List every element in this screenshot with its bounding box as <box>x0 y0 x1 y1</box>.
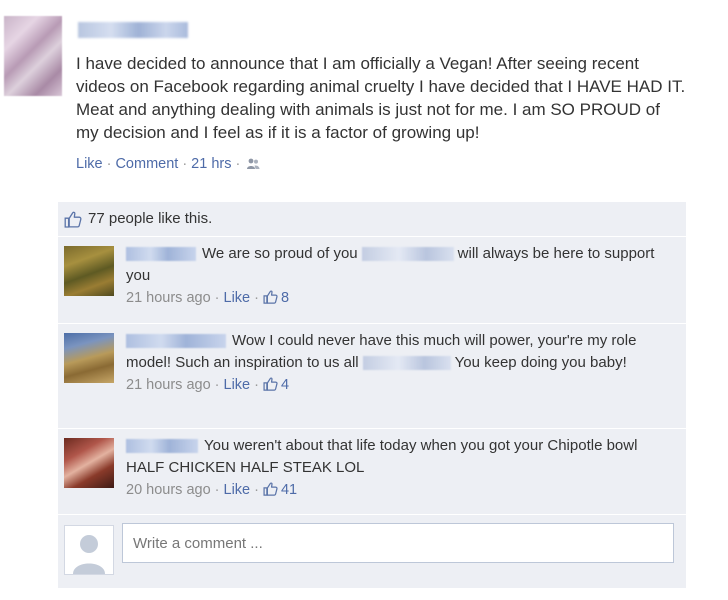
separator-dot: · <box>214 377 220 393</box>
comment-like-link[interactable]: Like <box>224 290 251 306</box>
comment-item: You weren't about that life today when y… <box>58 428 686 513</box>
post-timestamp[interactable]: 21 hrs <box>191 156 231 172</box>
comment-like-link[interactable]: Like <box>224 377 251 393</box>
commenter-name-redacted[interactable] <box>126 247 196 262</box>
comment-body: Wow I could never have this much will po… <box>126 330 674 396</box>
thumbs-up-icon <box>263 482 278 496</box>
comment-body: We are so proud of you will always be her… <box>126 243 674 309</box>
comment-timestamp[interactable]: 20 hours ago <box>126 482 211 498</box>
feedback-box: 77 people like this. We are so proud of … <box>58 202 686 588</box>
silhouette-icon <box>65 526 113 574</box>
comment-meta: 21 hours ago · Like · 8 <box>126 287 674 309</box>
commenter-name-redacted[interactable] <box>126 334 226 349</box>
commenter-avatar[interactable] <box>64 438 114 488</box>
comment-meta: 21 hours ago · Like · 4 <box>126 374 674 396</box>
tagged-name-redacted[interactable] <box>362 356 451 371</box>
post-actions: Like · Comment · 21 hrs · <box>76 156 260 172</box>
author-avatar-redacted[interactable] <box>4 16 62 96</box>
author-name-redacted[interactable] <box>78 22 188 38</box>
tagged-name-redacted[interactable] <box>361 247 454 262</box>
comment-timestamp[interactable]: 21 hours ago <box>126 290 211 306</box>
likes-summary: 77 people like this. <box>64 208 212 232</box>
commenter-avatar[interactable] <box>64 246 114 296</box>
separator-dot: · <box>214 482 220 498</box>
comment-item: Wow I could never have this much will po… <box>58 323 686 428</box>
post-text: I have decided to announce that I am off… <box>76 54 686 142</box>
thumbs-up-icon <box>263 290 278 304</box>
like-count-value: 8 <box>280 290 290 306</box>
like-count-value: 4 <box>280 377 290 393</box>
comment-body: You weren't about that life today when y… <box>126 435 674 501</box>
separator-dot: · <box>254 482 259 498</box>
like-link[interactable]: Like <box>76 156 103 172</box>
facebook-post: I have decided to announce that I am off… <box>0 0 728 600</box>
thumbs-up-icon <box>263 377 278 391</box>
comment-text-continued: You keep doing you baby! <box>454 354 627 371</box>
comment-like-count[interactable]: 4 <box>263 377 289 393</box>
separator-dot: · <box>235 156 241 172</box>
separator-dot: · <box>106 156 112 172</box>
comment-meta: 20 hours ago · Like · 41 <box>126 479 674 501</box>
comment-item: We are so proud of you will always be her… <box>58 236 686 323</box>
comment-input[interactable] <box>122 523 674 563</box>
likes-count-link[interactable]: 77 people like this. <box>88 210 212 227</box>
default-avatar-icon <box>64 525 114 575</box>
separator-dot: · <box>214 290 220 306</box>
comment-like-count[interactable]: 8 <box>263 290 289 306</box>
like-count-value: 41 <box>280 482 298 498</box>
friends-icon[interactable] <box>246 158 260 170</box>
separator-dot: · <box>254 290 259 306</box>
comment-like-link[interactable]: Like <box>224 482 251 498</box>
commenter-name-redacted[interactable] <box>126 439 198 454</box>
separator-dot: · <box>182 156 188 172</box>
comment-text: You weren't about that life today when y… <box>126 437 638 476</box>
comment-composer <box>58 514 686 589</box>
comment-timestamp[interactable]: 21 hours ago <box>126 377 211 393</box>
comment-link[interactable]: Comment <box>115 156 178 172</box>
separator-dot: · <box>254 377 259 393</box>
comment-text: We are so proud of you <box>202 245 358 262</box>
comment-like-count[interactable]: 41 <box>263 482 297 498</box>
thumbs-up-icon <box>64 211 82 228</box>
commenter-avatar[interactable] <box>64 333 114 383</box>
